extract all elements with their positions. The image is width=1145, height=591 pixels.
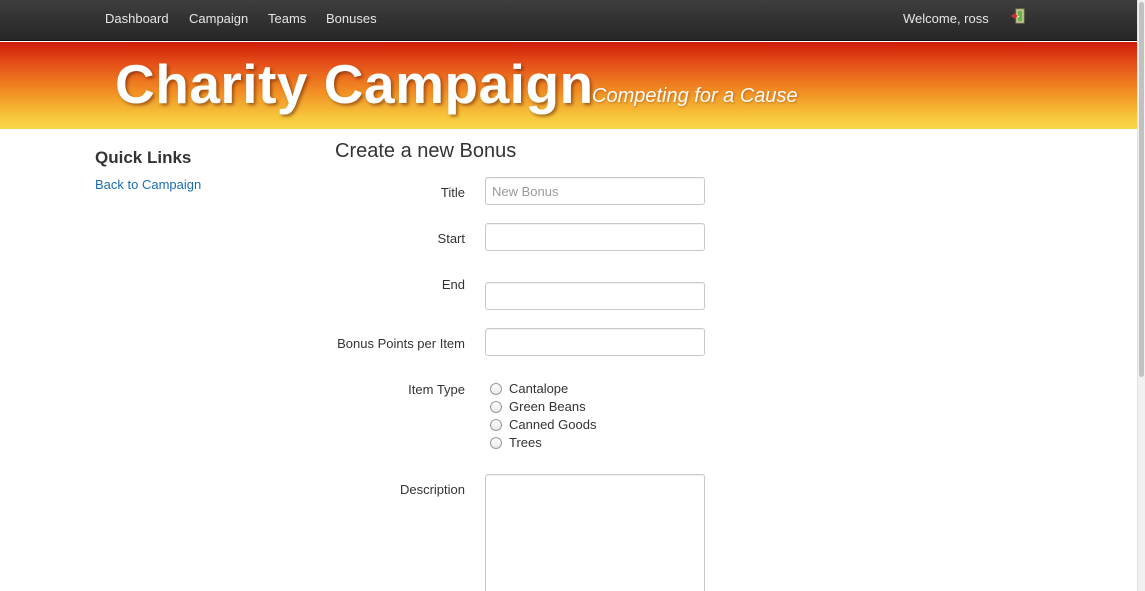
radio-button[interactable] <box>490 401 502 413</box>
back-to-campaign-link[interactable]: Back to Campaign <box>95 177 201 192</box>
end-input[interactable] <box>485 282 705 310</box>
title-label: Title <box>440 185 465 200</box>
title-input[interactable] <box>485 177 705 205</box>
top-navbar: Dashboard Campaign Teams Bonuses Welcome… <box>0 0 1137 41</box>
item-type-label: Item Type <box>408 382 465 397</box>
start-input[interactable] <box>485 223 705 251</box>
radio-label: Green Beans <box>509 399 586 414</box>
radio-button[interactable] <box>490 383 502 395</box>
quick-links-heading: Quick Links <box>95 148 192 167</box>
nav-bonuses[interactable]: Bonuses <box>326 11 377 26</box>
bonus-points-input[interactable] <box>485 328 705 356</box>
exit-door-icon[interactable] <box>1010 8 1026 24</box>
form-heading: Create a new Bonus <box>335 140 517 162</box>
site-tagline: Competing for a Cause <box>592 85 798 107</box>
site-title: Charity Campaign <box>115 53 594 115</box>
nav-teams[interactable]: Teams <box>268 11 306 26</box>
radio-label: Canned Goods <box>509 417 597 432</box>
scrollbar-thumb[interactable] <box>1139 2 1144 377</box>
end-label: End <box>441 277 465 292</box>
start-label: Start <box>437 231 465 246</box>
nav-dashboard[interactable]: Dashboard <box>105 11 169 26</box>
description-textarea[interactable] <box>485 474 705 591</box>
radio-button[interactable] <box>490 419 502 431</box>
radio-button[interactable] <box>490 437 502 449</box>
nav-campaign[interactable]: Campaign <box>189 11 248 26</box>
radio-label: Cantalope <box>509 381 569 396</box>
page: Dashboard Campaign Teams Bonuses Welcome… <box>0 0 1145 591</box>
description-label: Description <box>399 482 465 497</box>
vertical-scrollbar[interactable] <box>1137 0 1145 591</box>
bonus-points-label: Bonus Points per Item <box>337 336 465 351</box>
header-banner: Charity Campaign Competing for a Cause <box>0 42 1137 129</box>
radio-label: Trees <box>509 435 542 450</box>
welcome-text: Welcome, ross <box>903 11 989 26</box>
